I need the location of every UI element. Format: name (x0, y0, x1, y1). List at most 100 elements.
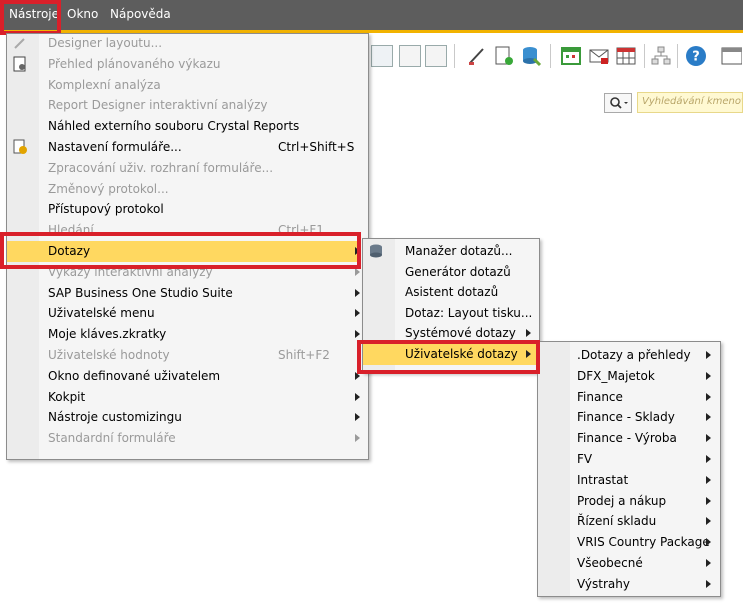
user-queries-menu-item-finance[interactable]: Finance (538, 387, 720, 408)
submenu-arrow-icon (706, 517, 711, 526)
user-queries-menu-item-label: Finance (577, 389, 623, 404)
user-queries-menu-item-vystrahy[interactable]: Výstrahy (538, 574, 720, 595)
tools-menu-item-label: Okno definované uživatelem (48, 368, 221, 383)
report-icon (12, 56, 28, 72)
tools-menu-item-label: Report Designer interaktivní analýzy (48, 98, 268, 113)
queries-menu-item-uzivatelske-dotazy[interactable]: Uživatelské dotazy (363, 344, 539, 365)
tools-menu-item-okno-definovane-uzivatelem[interactable]: Okno definované uživatelem (7, 366, 360, 387)
magnifier-icon (610, 97, 628, 109)
user-queries-menu-item-label: FV (577, 452, 593, 466)
tools-menu-item-uzivatelske-menu[interactable]: Uživatelské menu (7, 303, 360, 324)
user-queries-menu-item-label: Intrastat (577, 472, 629, 487)
master-data-search-input[interactable]: Vyhledávání kmenových (637, 92, 743, 113)
tools-menu-item-moje-klaves-zkratky[interactable]: Moje kláves.zkratky (7, 324, 360, 345)
submenu-arrow-icon (355, 392, 360, 401)
queries-menu-item-generator-dotazu[interactable]: Generátor dotazů (363, 262, 539, 283)
toolbar-separator (644, 44, 645, 68)
user-queries-menu-item-label: DFX_Majetok (577, 368, 655, 383)
tools-menu-item-shortcut: Shift+F2 (278, 348, 330, 362)
submenu-arrow-icon (706, 559, 711, 567)
user-queries-menu-item-finance-vyroba[interactable]: Finance - Výroba (538, 428, 720, 449)
queries-menu-item-label: Generátor dotazů (405, 264, 511, 279)
user-queries-menu-item-label: .Dotazy a přehledy (577, 348, 691, 362)
user-queries-menu-item-vseobecne[interactable]: Všeobecné (538, 553, 720, 574)
submenu-arrow-icon (355, 288, 360, 297)
queries-menu-item-systemove-dotazy[interactable]: Systémové dotazy (363, 323, 539, 344)
toolbar-separator (677, 44, 678, 68)
tools-menu-item-vykazy-interaktivni-analyzy: Výkazy interaktivní analýzy (7, 262, 360, 283)
user-queries-menu-item-label: Všeobecné (577, 556, 643, 570)
tools-menu-item-label: Moje kláves.zkratky (48, 327, 167, 342)
tools-menu-item-label: Dotazy (48, 244, 91, 258)
queries-menu-item-label: Manažer dotazů... (405, 244, 513, 258)
submenu-arrow-icon (355, 413, 360, 422)
queries-menu-item-label: Systémové dotazy (405, 326, 516, 341)
toolbar-grid-icon[interactable] (615, 45, 637, 67)
tools-menu-item-pristupovy-protokol[interactable]: Přístupový protokol (7, 199, 357, 220)
submenu-arrow-icon (355, 247, 360, 255)
toolbar-hierarchy-icon[interactable] (650, 45, 672, 67)
tools-menu-item-label: Přehled plánovaného výkazu (48, 56, 221, 71)
user-queries-menu-item-rizeni-skladu[interactable]: Řízení skladu (538, 511, 720, 532)
submenu-arrow-icon (706, 475, 711, 484)
toolbar-calendar-icon[interactable] (560, 45, 582, 67)
submenu-arrow-icon (706, 351, 711, 359)
toolbar-search-doc-icon[interactable] (425, 45, 447, 67)
tools-menu-item-label: Nástroje customizingu (48, 410, 182, 425)
submenu-arrow-icon (706, 538, 711, 547)
tools-menu-item-zmenovy-protokol: Změnový protokol... (7, 179, 357, 200)
tools-menu-item-shortcut: Ctrl+Shift+S (278, 140, 355, 154)
toolbar-new-doc-icon[interactable] (493, 45, 515, 67)
submenu-arrow-icon (706, 434, 711, 443)
tools-menu-item-nastaveni-formulare[interactable]: Nastavení formuláře... Ctrl+Shift+S (7, 137, 357, 158)
queries-menu-item-manazer-dotazu[interactable]: Manažer dotazů... (363, 241, 539, 262)
queries-menu-item-asistent-dotazu[interactable]: Asistent dotazů (363, 282, 539, 303)
user-queries-menu-item-finance-sklady[interactable]: Finance - Sklady (538, 407, 720, 428)
menu-napoveda[interactable]: Nápověda (110, 7, 171, 21)
toolbar-doc-icon[interactable] (371, 45, 393, 67)
tools-menu-item-dotazy[interactable]: Dotazy (7, 241, 360, 262)
tools-menu-item-kokpit[interactable]: Kokpit (7, 387, 360, 408)
user-queries-menu-item-prodej-a-nakup[interactable]: Prodej a nákup (538, 491, 720, 512)
submenu-arrow-icon (355, 267, 360, 276)
user-queries-menu-item-label: Finance - Výroba (577, 431, 677, 446)
tools-menu-item-label: Designer layoutu... (48, 36, 163, 50)
menu-okno[interactable]: Okno (67, 7, 98, 21)
form-settings-icon (12, 139, 28, 155)
toolbar-database-icon[interactable] (521, 45, 543, 67)
user-queries-menu-item-vris-country-package[interactable]: VRIS Country Package (538, 532, 720, 553)
submenu-arrow-icon (355, 434, 360, 443)
query-manager-icon (368, 243, 384, 259)
search-dropdown-button[interactable] (604, 93, 632, 113)
tools-menu-item-label: Změnový protokol... (48, 181, 169, 196)
toolbar-calc-icon[interactable] (399, 45, 421, 67)
tools-menu-item-label: Komplexní analýza (48, 77, 161, 92)
tools-menu-item-sap-business-one-studio-suite[interactable]: SAP Business One Studio Suite (7, 283, 360, 304)
queries-menu-item-dotaz-layout-tisku[interactable]: Dotaz: Layout tisku... (363, 303, 539, 324)
tools-menu-item-label: Výkazy interaktivní analýzy (48, 264, 213, 279)
tools-menu-item-standardni-formulare: Standardní formuláře (7, 428, 360, 449)
toolbar-message-icon[interactable] (588, 45, 610, 67)
tools-menu-item-label: Náhled externího souboru Crystal Reports (48, 119, 300, 134)
toolbar-separator (550, 44, 551, 68)
user-queries-menu-item-dfx-majetok[interactable]: DFX_Majetok (538, 366, 720, 387)
submenu-arrow-icon (706, 579, 711, 588)
tools-menu-item-label: Nastavení formuláře... (48, 140, 182, 154)
user-queries-menu-item-label: VRIS Country Package (577, 535, 710, 550)
tools-menu-item-label: Uživatelské menu (48, 306, 155, 321)
user-queries-menu-item-dotazy-a-prehledy[interactable]: .Dotazy a přehledy (538, 345, 720, 366)
pencil-icon (12, 35, 28, 51)
user-queries-menu-item-label: Řízení skladu (577, 514, 657, 529)
tools-menu-item-nahled-externiho-souboru-crystal-reports[interactable]: Náhled externího souboru Crystal Reports (7, 116, 357, 137)
toolbar-edit-pen-icon[interactable] (466, 45, 488, 67)
menu-nastroje[interactable]: Nástroje (9, 7, 59, 21)
submenu-arrow-icon (706, 371, 711, 380)
toolbar-help-icon[interactable]: ? (685, 45, 707, 67)
tools-menu-item-nastroje-customizingu[interactable]: Nástroje customizingu (7, 407, 360, 428)
user-queries-menu-item-label: Finance - Sklady (577, 410, 675, 425)
user-queries-menu-item-fv[interactable]: FV (538, 449, 720, 470)
submenu-arrow-icon (526, 329, 531, 338)
tools-menu-item-designer-layoutu: Designer layoutu... (7, 33, 357, 54)
user-queries-menu-item-intrastat[interactable]: Intrastat (538, 470, 720, 491)
toolbar-window-icon[interactable] (720, 45, 743, 67)
